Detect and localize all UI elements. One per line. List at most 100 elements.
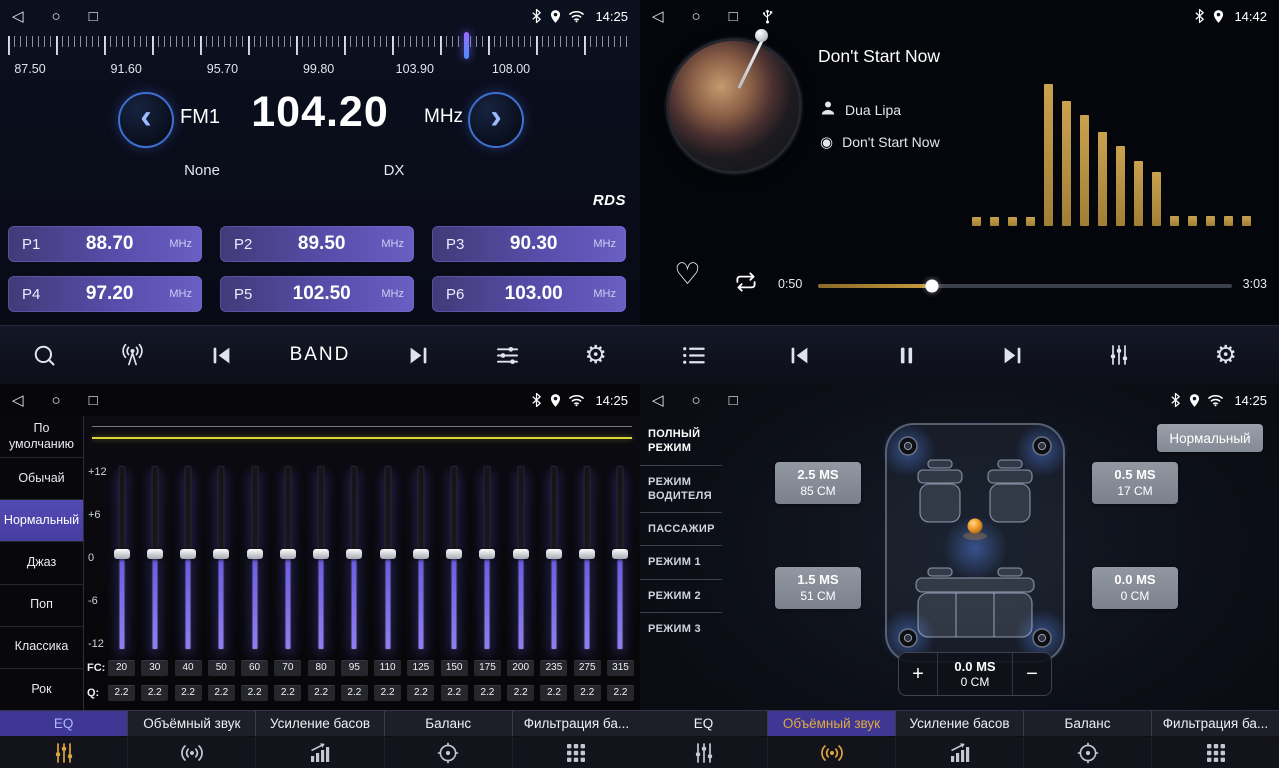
delay-rear-right[interactable]: 0.0 MS 0 CM [1092, 567, 1178, 609]
slider-thumb[interactable] [513, 549, 529, 559]
eq-band-slider[interactable] [540, 466, 567, 650]
filter-icon[interactable] [513, 737, 640, 768]
recents-button[interactable]: □ [89, 9, 98, 24]
tab-balance[interactable]: Баланс [385, 711, 513, 736]
seek-next-icon[interactable] [399, 342, 439, 369]
preset-button-p1[interactable]: P188.70MHz [8, 226, 202, 262]
balance-icon[interactable] [1024, 737, 1152, 768]
home-button[interactable]: ○ [52, 9, 61, 24]
surround-icon[interactable] [128, 737, 256, 768]
scan-icon[interactable] [24, 342, 64, 369]
eq-band-slider[interactable] [574, 466, 601, 650]
preset-button-p6[interactable]: P6103.00MHz [432, 276, 626, 312]
tab-surround[interactable]: Объёмный звук [768, 711, 896, 736]
slider-thumb[interactable] [147, 549, 163, 559]
eq-band-slider[interactable] [407, 466, 434, 650]
repeat-icon[interactable] [732, 270, 760, 299]
balance-icon[interactable] [385, 737, 513, 768]
filter-icon[interactable] [1152, 737, 1279, 768]
eq-icon[interactable] [640, 737, 768, 768]
eq-band-slider[interactable] [175, 466, 202, 650]
eq-preset-item[interactable]: Обычай [0, 458, 83, 500]
back-button[interactable]: ◁ [652, 9, 664, 24]
tab-filter[interactable]: Фильтрация ба... [513, 711, 640, 736]
eq-band-slider[interactable] [374, 466, 401, 650]
slider-thumb[interactable] [213, 549, 229, 559]
band-button[interactable]: BAND [290, 344, 351, 366]
slider-thumb[interactable] [114, 549, 130, 559]
preset-button-p4[interactable]: P497.20MHz [8, 276, 202, 312]
eq-band-slider[interactable] [507, 466, 534, 650]
preset-button-p3[interactable]: P390.30MHz [432, 226, 626, 262]
delay-front-left[interactable]: 2.5 MS 85 CM [775, 462, 861, 504]
next-track-icon[interactable] [993, 342, 1033, 369]
slider-thumb[interactable] [579, 549, 595, 559]
settings-gear-icon[interactable]: ⚙ [1206, 343, 1246, 368]
frequency-scale[interactable] [8, 36, 632, 60]
eq-band-slider[interactable] [241, 466, 268, 650]
stage-mode-item[interactable]: РЕЖИМ 2 [640, 580, 722, 613]
slider-thumb[interactable] [612, 549, 628, 559]
back-button[interactable]: ◁ [12, 393, 24, 408]
tab-eq[interactable]: EQ [0, 711, 128, 736]
slider-thumb[interactable] [479, 549, 495, 559]
previous-track-icon[interactable] [780, 342, 820, 369]
back-button[interactable]: ◁ [12, 9, 24, 24]
eq-preset-item[interactable]: Поп [0, 585, 83, 627]
preset-button-p5[interactable]: P5102.50MHz [220, 276, 414, 312]
tab-bass-boost[interactable]: Усиление басов [896, 711, 1024, 736]
slider-thumb[interactable] [413, 549, 429, 559]
tab-surround[interactable]: Объёмный звук [128, 711, 256, 736]
recents-button[interactable]: □ [729, 393, 738, 408]
pause-icon[interactable] [886, 342, 926, 369]
slider-thumb[interactable] [180, 549, 196, 559]
playlist-icon[interactable] [673, 342, 713, 369]
decrease-delay-button[interactable]: − [1012, 653, 1051, 695]
eq-band-slider[interactable] [108, 466, 135, 650]
tune-up-button[interactable]: › [468, 92, 524, 148]
recents-button[interactable]: □ [89, 393, 98, 408]
home-button[interactable]: ○ [52, 393, 61, 408]
recents-button[interactable]: □ [729, 9, 738, 24]
stage-preset-button[interactable]: Нормальный [1157, 424, 1263, 452]
eq-band-slider[interactable] [441, 466, 468, 650]
delay-rear-left[interactable]: 1.5 MS 51 CM [775, 567, 861, 609]
tab-balance[interactable]: Баланс [1024, 711, 1152, 736]
eq-band-slider[interactable] [341, 466, 368, 650]
tab-eq[interactable]: EQ [640, 711, 768, 736]
stage-mode-item[interactable]: ПОЛНЫЙ РЕЖИМ [640, 418, 722, 466]
slider-thumb[interactable] [380, 549, 396, 559]
stage-mode-item[interactable]: РЕЖИМ 1 [640, 546, 722, 579]
eq-preset-item[interactable]: По умолчанию [0, 416, 83, 458]
favorite-heart-icon[interactable]: ♡ [674, 260, 701, 290]
eq-preset-item[interactable]: Классика [0, 627, 83, 669]
slider-thumb[interactable] [280, 549, 296, 559]
bass-boost-icon[interactable] [896, 737, 1024, 768]
equalizer-icon[interactable] [1099, 343, 1139, 367]
home-button[interactable]: ○ [692, 393, 701, 408]
eq-icon[interactable] [0, 737, 128, 768]
eq-band-slider[interactable] [141, 466, 168, 650]
delay-front-right[interactable]: 0.5 MS 17 CM [1092, 462, 1178, 504]
tab-bass-boost[interactable]: Усиление басов [256, 711, 384, 736]
slider-thumb[interactable] [446, 549, 462, 559]
eq-preset-item[interactable]: Рок [0, 669, 83, 710]
bass-boost-icon[interactable] [256, 737, 384, 768]
home-button[interactable]: ○ [692, 9, 701, 24]
eq-band-slider[interactable] [474, 466, 501, 650]
settings-gear-icon[interactable]: ⚙ [576, 343, 616, 368]
stage-mode-item[interactable]: ПАССАЖИР [640, 513, 722, 546]
eq-band-slider[interactable] [607, 466, 634, 650]
slider-thumb[interactable] [313, 549, 329, 559]
slider-thumb[interactable] [546, 549, 562, 559]
surround-icon[interactable] [768, 737, 896, 768]
back-button[interactable]: ◁ [652, 393, 664, 408]
preset-button-p2[interactable]: P289.50MHz [220, 226, 414, 262]
eq-preset-item[interactable]: Джаз [0, 542, 83, 584]
eq-band-slider[interactable] [208, 466, 235, 650]
seek-previous-icon[interactable] [201, 342, 241, 369]
broadcast-antenna-icon[interactable] [113, 342, 153, 369]
progress-slider[interactable] [818, 284, 1232, 288]
eq-band-slider[interactable] [308, 466, 335, 650]
progress-thumb[interactable] [925, 280, 938, 293]
